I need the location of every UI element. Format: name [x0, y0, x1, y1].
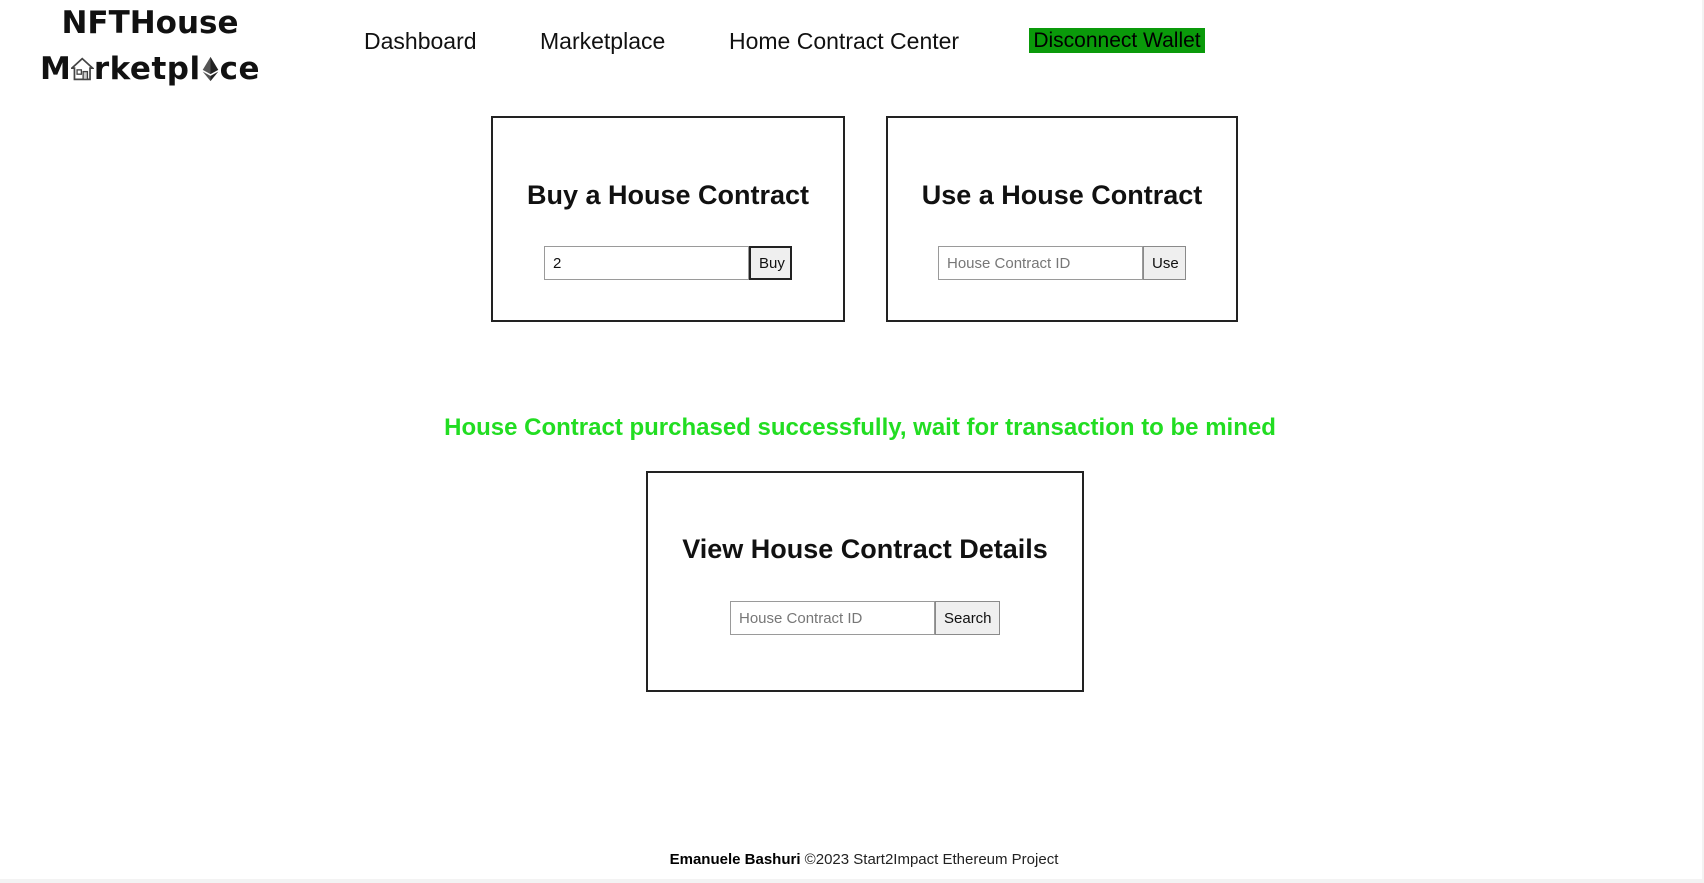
footer-copyright: ©2023 Start2Impact Ethereum Project: [800, 851, 1059, 868]
use-contract-id-input[interactable]: [938, 246, 1143, 280]
logo-line-1: NFTHouse: [61, 5, 239, 41]
ethereum-icon: [202, 56, 218, 82]
page: NFTHouse M rketpl ce Dashboard Marketpla…: [0, 0, 1702, 879]
buy-quantity-input[interactable]: [544, 246, 749, 280]
view-contract-id-input[interactable]: [730, 601, 935, 635]
status-message: House Contract purchased successfully, w…: [444, 414, 1276, 441]
nav-dashboard[interactable]: Dashboard: [364, 26, 477, 56]
buy-card-title: Buy a House Contract: [526, 180, 810, 210]
use-card-title: Use a House Contract: [921, 180, 1203, 210]
view-card-title: View House Contract Details: [682, 534, 1048, 564]
use-button[interactable]: Use: [1143, 246, 1186, 280]
search-form: Search: [730, 601, 1000, 635]
nav-marketplace[interactable]: Marketplace: [540, 26, 665, 56]
buy-house-contract-card: Buy a House Contract Buy: [491, 116, 845, 322]
buy-form: Buy: [544, 246, 792, 280]
footer-author: Emanuele Bashuri: [669, 851, 801, 868]
site-logo[interactable]: NFTHouse M rketpl ce: [40, 0, 260, 92]
disconnect-wallet-button[interactable]: Disconnect Wallet: [1029, 28, 1205, 53]
footer: Emanuele Bashuri ©2023 Start2Impact Ethe…: [0, 851, 1704, 868]
use-house-contract-card: Use a House Contract Use: [886, 116, 1238, 322]
house-icon: [71, 57, 94, 81]
use-form: Use: [938, 246, 1186, 280]
logo-line-2: M rketpl ce: [40, 51, 260, 87]
view-house-contract-card: View House Contract Details Search: [646, 471, 1084, 692]
search-button[interactable]: Search: [935, 601, 1000, 635]
nav-home-contract-center[interactable]: Home Contract Center: [729, 26, 959, 56]
buy-button[interactable]: Buy: [749, 246, 792, 280]
